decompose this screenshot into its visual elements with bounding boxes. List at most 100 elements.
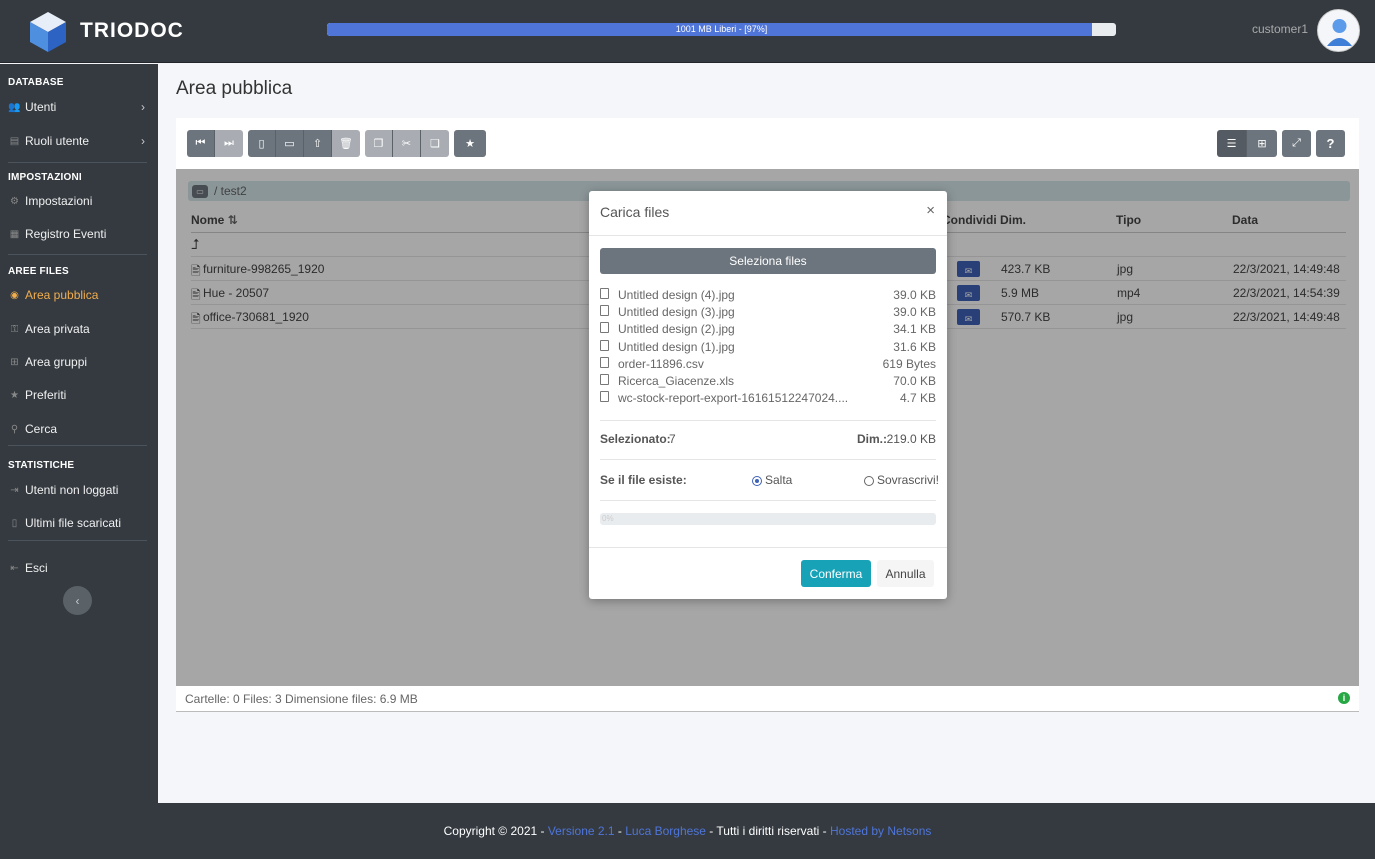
storage-quota-bar: 1001 MB Liberi - [97%] — [327, 23, 1116, 36]
info-icon[interactable]: i — [1338, 692, 1350, 704]
modal-title: Carica files — [600, 204, 670, 220]
close-icon[interactable]: × — [926, 202, 935, 219]
footer-copyright: Copyright © 2021 - — [443, 824, 548, 838]
step-backward-icon: ⏮ — [195, 137, 206, 149]
cut-button[interactable]: ✂ — [393, 130, 421, 157]
new-folder-button[interactable]: ▭ — [276, 130, 304, 157]
trash-icon: 🗑 — [339, 138, 353, 150]
step-forward-icon: ⏭ — [224, 137, 234, 149]
sidebar-section-impostazioni: IMPOSTAZIONI — [8, 172, 82, 183]
list-icon: ☰ — [1226, 138, 1237, 150]
upload-button[interactable]: ⇧ — [304, 130, 332, 157]
status-bar: Cartelle: 0 Files: 3 Dimensione files: 6… — [176, 686, 1359, 711]
sidebar-item-esci[interactable]: ⇤ Esci — [0, 553, 158, 583]
skip-radio-label[interactable]: Salta — [765, 473, 792, 487]
hosted-by-link[interactable]: Hosted by Netsons — [830, 824, 931, 838]
back-button[interactable]: ⏮ — [187, 130, 215, 157]
sidebar-item-cerca[interactable]: ⚲ Cerca — [0, 414, 158, 444]
sidebar-item-label: Area privata — [25, 322, 90, 336]
favorite-button[interactable]: ★ — [454, 130, 486, 157]
upload-file-item: wc-stock-report-export-16161512247024...… — [600, 390, 936, 407]
file-image-icon — [600, 322, 609, 333]
upload-file-name: Ricerca_Giacenze.xls — [618, 374, 735, 388]
sidebar-item-label: Cerca — [25, 422, 58, 436]
sidebar-item-impostazioni[interactable]: ⚙ Impostazioni — [0, 186, 158, 216]
file-image-icon — [600, 340, 609, 351]
sidebar-item-label: Utenti non loggati — [25, 483, 119, 497]
file-excel-icon — [600, 374, 609, 385]
forward-button[interactable]: ⏭ — [215, 130, 243, 157]
nav-button-group: ⏮ ⏭ — [187, 130, 243, 157]
upload-file-name: Untitled design (2).jpg — [618, 322, 735, 336]
selected-count-label: Selezionato: — [600, 432, 671, 446]
file-icon — [600, 391, 609, 402]
skip-radio[interactable] — [752, 476, 762, 486]
file-toolbar: ⏮ ⏭ ▯ ▭ ⇧ 🗑 ❐ ✂ ❏ ★ — [187, 130, 491, 157]
sidebar-item-area-gruppi[interactable]: ⊞ Area gruppi — [0, 347, 158, 377]
upload-file-item: Untitled design (4).jpg 39.0 KB — [600, 287, 936, 304]
sidebar-item-preferiti[interactable]: ★ Preferiti — [0, 380, 158, 410]
upload-file-name: order-11896.csv — [618, 357, 704, 371]
select-files-button[interactable]: Seleziona files — [600, 248, 936, 274]
delete-button[interactable]: 🗑 — [332, 130, 360, 157]
folder-icon: ▭ — [284, 138, 295, 150]
help-group: ? — [1316, 130, 1345, 157]
sidebar-section-database: DATABASE — [8, 77, 64, 88]
copy-icon: ❐ — [373, 138, 384, 150]
status-text: Cartelle: 0 Files: 3 Dimensione files: 6… — [185, 691, 418, 706]
total-size-value: 219.0 KB — [886, 432, 936, 446]
help-button[interactable]: ? — [1316, 130, 1345, 157]
sidebar-item-label: Ruoli utente — [25, 134, 90, 148]
overwrite-radio[interactable] — [864, 476, 874, 486]
sidebar-item-label: Registro Eventi — [25, 227, 107, 241]
sidebar-item-ultimi-file[interactable]: ▯ Ultimi file scaricati — [0, 508, 158, 538]
chevron-left-icon: ‹ — [75, 593, 80, 608]
sidebar: DATABASE 👥 Utenti › ▤ Ruoli utente › IMP… — [0, 64, 158, 803]
sidebar-item-area-pubblica[interactable]: ◉ Area pubblica — [0, 280, 158, 310]
fullscreen-button[interactable]: ⤢ — [1282, 130, 1311, 157]
confirm-button[interactable]: Conferma — [801, 560, 871, 587]
brand-name[interactable]: TRIODOC — [80, 19, 184, 43]
sidebar-item-area-privata[interactable]: ⚿ Area privata — [0, 314, 158, 344]
upload-progress-bar: 0% — [600, 513, 936, 525]
sidebar-item-utenti[interactable]: 👥 Utenti › — [0, 92, 158, 122]
user-avatar[interactable] — [1317, 9, 1360, 52]
page-title: Area pubblica — [176, 78, 293, 99]
users-icon: 👥 — [8, 101, 21, 113]
sidebar-item-label: Utenti — [25, 100, 57, 114]
sidebar-divider — [8, 162, 147, 163]
overwrite-radio-label[interactable]: Sovrascrivi! — [877, 473, 939, 487]
footer: Copyright © 2021 - Versione 2.1 - Luca B… — [0, 803, 1375, 859]
upload-file-size: 619 Bytes — [882, 357, 936, 371]
version-link[interactable]: Versione 2.1 — [548, 824, 615, 838]
sidebar-item-utenti-non-loggati[interactable]: ⇥ Utenti non loggati — [0, 475, 158, 505]
triodoc-logo-icon[interactable] — [28, 10, 68, 54]
calendar-icon: ▦ — [9, 228, 20, 240]
upload-icon: ⇧ — [312, 138, 323, 150]
fullscreen-group: ⤢ — [1282, 130, 1311, 157]
upload-file-item: order-11896.csv 619 Bytes — [600, 356, 936, 373]
cancel-button[interactable]: Annulla — [877, 560, 934, 587]
sidebar-collapse-button[interactable]: ‹ — [63, 586, 92, 615]
footer-rights: - Tutti i diritti riservati - — [705, 824, 830, 838]
user-name[interactable]: customer1 — [1252, 22, 1308, 36]
paste-button[interactable]: ❏ — [421, 130, 449, 157]
sidebar-section-aree-files: AREE FILES — [8, 266, 69, 277]
expand-icon: ⤢ — [1292, 137, 1301, 149]
upload-file-name: Untitled design (1).jpg — [618, 340, 735, 354]
file-icon — [600, 357, 609, 368]
author-link[interactable]: Luca Borghese — [625, 824, 706, 838]
id-card-icon: ▤ — [9, 135, 20, 147]
grid-view-button[interactable]: ⊞ — [1247, 130, 1277, 157]
copy-button[interactable]: ❐ — [365, 130, 393, 157]
list-view-button[interactable]: ☰ — [1217, 130, 1247, 157]
sidebar-item-ruoli[interactable]: ▤ Ruoli utente › — [0, 126, 158, 156]
upload-file-size: 34.1 KB — [893, 322, 936, 336]
upload-file-name: Untitled design (4).jpg — [618, 288, 735, 302]
file-ops-button-group: ▯ ▭ ⇧ 🗑 — [248, 130, 360, 157]
new-file-icon: ▯ — [258, 138, 265, 150]
globe-icon: ◉ — [10, 289, 19, 301]
question-icon: ? — [1326, 136, 1335, 151]
sidebar-item-registro[interactable]: ▦ Registro Eventi — [0, 219, 158, 249]
new-file-button[interactable]: ▯ — [248, 130, 276, 157]
